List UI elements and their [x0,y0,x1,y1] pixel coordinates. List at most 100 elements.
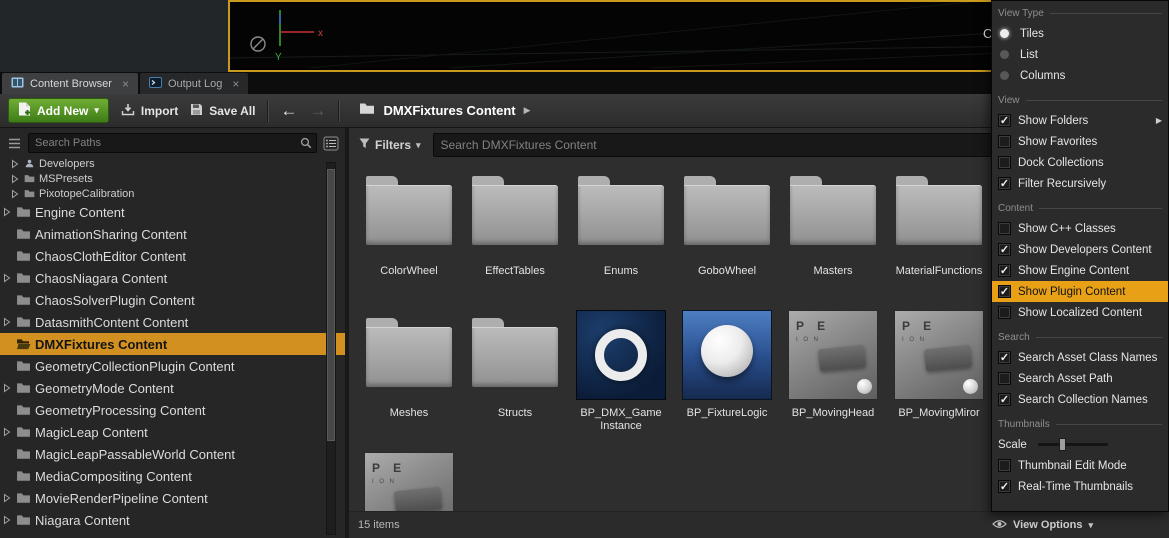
expand-arrow-icon[interactable] [2,515,12,525]
back-arrow-icon[interactable]: ← [280,101,297,121]
menu-item-list[interactable]: List [992,44,1168,65]
checkbox-checked-icon [998,177,1011,190]
expand-arrow-icon[interactable] [2,317,12,327]
search-paths-input[interactable] [28,133,317,153]
asset-materialfunctions[interactable]: MaterialFunctions [886,168,992,310]
asset-bp-dmx-game-instance[interactable]: BP_DMX_Game Instance [568,310,674,452]
expand-arrow-icon[interactable] [10,189,20,199]
fixture-photo [818,345,866,372]
import-button[interactable]: Import [121,103,178,119]
tree-item-dmxfixtures-content[interactable]: DMXFixtures Content [0,333,345,355]
menu-item-scale[interactable]: Scale [992,434,1168,455]
menu-item-show-plugin-content[interactable]: Show Plugin Content [992,281,1168,302]
expand-arrow-icon[interactable] [10,174,20,184]
tree-item-magicleap-content[interactable]: MagicLeap Content [0,421,345,443]
menu-item-columns[interactable]: Columns [992,65,1168,86]
checkbox-checked-icon [998,114,1011,127]
menu-item-thumbnail-edit-mode[interactable]: Thumbnail Edit Mode [992,455,1168,476]
asset-gobowheel[interactable]: GoboWheel [674,168,780,310]
asset-tile[interactable]: P EI O N [356,452,462,512]
save-all-label: Save All [209,104,255,118]
tree-item-movierenderpipeline-content[interactable]: MovieRenderPipeline Content [0,487,345,509]
collapse-sources-icon[interactable] [4,134,24,153]
tree-item-geometrymode-content[interactable]: GeometryMode Content [0,377,345,399]
asset-meshes[interactable]: Meshes [356,310,462,452]
tree-item-mediacompositing-content[interactable]: MediaCompositing Content [0,465,345,487]
tree-item-label: ChaosNiagara Content [35,271,167,286]
expand-arrow-icon[interactable] [10,159,20,169]
tree-item-animationsharing-content[interactable]: AnimationSharing Content [0,223,345,245]
asset-colorwheel[interactable]: ColorWheel [356,168,462,310]
tab-content-browser[interactable]: Content Browser × [2,73,138,94]
asset-thumbnail [364,168,454,258]
breadcrumb[interactable]: DMXFixtures Content ▶ [359,102,530,120]
menu-item-show-engine-content[interactable]: Show Engine Content [992,260,1168,281]
tree-item-engine-content[interactable]: Engine Content [0,201,345,223]
menu-item-label: Show Plugin Content [1018,286,1125,298]
view-options-label: View Options [1013,519,1082,531]
add-new-button[interactable]: Add New ▾ [8,98,109,123]
tree-item-developers[interactable]: Developers [0,156,345,171]
asset-bp-movingmiror[interactable]: P EI O NBP_MovingMiror [886,310,992,452]
menu-item-search-asset-path[interactable]: Search Asset Path [992,368,1168,389]
tree-item-datasmithcontent-content[interactable]: DatasmithContent Content [0,311,345,333]
view-options-button[interactable]: View Options ▾ [992,519,1093,532]
paths-searchbox [28,133,317,153]
paths-search-row [0,128,345,156]
section-rule [1039,208,1162,209]
asset-masters[interactable]: Masters [780,168,886,310]
expand-arrow-icon[interactable] [2,273,12,283]
close-icon[interactable]: × [232,77,239,91]
tree-item-geometryprocessing-content[interactable]: GeometryProcessing Content [0,399,345,421]
top-left-panel [0,0,229,72]
menu-item-search-asset-class-names[interactable]: Search Asset Class Names [992,347,1168,368]
tree-item-geometrycollectionplugin-content[interactable]: GeometryCollectionPlugin Content [0,355,345,377]
close-icon[interactable]: × [122,77,129,91]
menu-item-show-favorites[interactable]: Show Favorites [992,131,1168,152]
menu-item-filter-recursively[interactable]: Filter Recursively [992,173,1168,194]
tree-item-chaosclotheditor-content[interactable]: ChaosClothEditor Content [0,245,345,267]
tree-item-mspresets[interactable]: MSPresets [0,171,345,186]
asset-structs[interactable]: Structs [462,310,568,452]
tree-item-chaossolverplugin-content[interactable]: ChaosSolverPlugin Content [0,289,345,311]
asset-bp-movinghead[interactable]: P EI O NBP_MovingHead [780,310,886,452]
asset-thumbnail: P EI O N [364,452,454,512]
asset-effecttables[interactable]: EffectTables [462,168,568,310]
save-all-button[interactable]: Save All [190,103,255,119]
expand-arrow-icon[interactable] [2,493,12,503]
asset-thumbnail [576,168,666,258]
asset-label: BP_MovingHead [782,407,884,420]
caret-down-icon: ▾ [416,140,421,151]
tree-item-chaosniagara-content[interactable]: ChaosNiagara Content [0,267,345,289]
breadcrumb-caret-icon[interactable]: ▶ [524,105,531,116]
menu-item-show-developers-content[interactable]: Show Developers Content [992,239,1168,260]
expand-arrow-icon[interactable] [2,383,12,393]
tree-item-label: MovieRenderPipeline Content [35,491,208,506]
tree-scrollbar[interactable] [326,162,336,535]
expand-arrow-icon[interactable] [2,427,12,437]
slider-handle[interactable] [1059,438,1066,451]
scrollbar-thumb[interactable] [327,169,335,441]
tree-item-magicleappassableworld-content[interactable]: MagicLeapPassableWorld Content [0,443,345,465]
thumbnail-scale-slider[interactable] [1038,443,1108,446]
asset-label: BP_MovingMiror [888,407,990,420]
filters-button[interactable]: Filters ▾ [355,136,425,154]
menu-item-search-collection-names[interactable]: Search Collection Names [992,389,1168,410]
menu-item-show-c-classes[interactable]: Show C++ Classes [992,218,1168,239]
tree-item-label: MediaCompositing Content [35,469,192,484]
tree-item-pixotopecalibration[interactable]: PixotopeCalibration [0,186,345,201]
menu-item-tiles[interactable]: Tiles [992,23,1168,44]
asset-label: BP_DMX_Game Instance [570,407,672,433]
menu-item-show-localized-content[interactable]: Show Localized Content [992,302,1168,323]
menu-item-show-folders[interactable]: Show Folders▶ [992,110,1168,131]
asset-enums[interactable]: Enums [568,168,674,310]
menu-item-dock-collections[interactable]: Dock Collections [992,152,1168,173]
menu-item-real-time-thumbnails[interactable]: Real-Time Thumbnails [992,476,1168,497]
asset-bp-fixturelogic[interactable]: BP_FixtureLogic [674,310,780,452]
tree-item-label: MagicLeap Content [35,425,148,440]
paths-view-options-icon[interactable] [321,134,341,153]
tree-item-niagara-content[interactable]: Niagara Content [0,509,345,531]
expand-arrow-icon[interactable] [2,207,12,217]
tab-output-log[interactable]: Output Log × [140,73,248,94]
axis-x-label: x [318,28,323,39]
